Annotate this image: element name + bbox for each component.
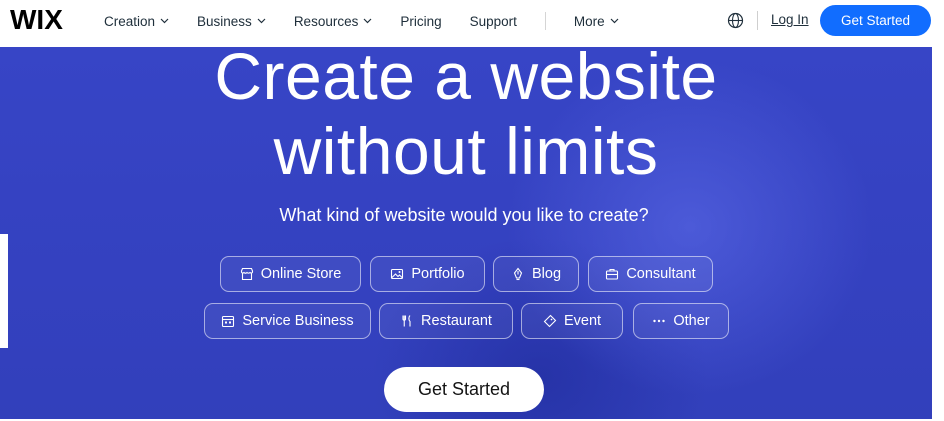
globe-icon[interactable] [727,12,744,29]
hero-subheading: What kind of website would you like to c… [279,205,649,225]
nav-item-label: Resources [293,13,359,29]
login-link[interactable]: Log In [771,12,809,27]
chip-label: Service Business [242,313,354,329]
chip-label: Restaurant [421,313,492,329]
calendar-icon [222,315,235,328]
nav-item-business[interactable]: Business [197,14,266,29]
category-blog[interactable]: Blog [493,256,579,292]
category-other[interactable]: Other [633,303,729,339]
hero-section: Create a website without limits What kin… [0,47,932,419]
get-started-hero-button[interactable]: Get Started [384,367,544,412]
chip-label: Event [563,313,602,329]
category-service-business[interactable]: Service Business [204,303,371,339]
nav-item-label: Pricing [400,13,442,29]
ticket-icon [543,314,557,328]
right-edge-strip [932,47,944,419]
chevron-down-icon [257,18,266,24]
more-dots-icon [653,319,666,323]
main-nav: Creation Business Resources Pricing Supp… [104,0,647,42]
chip-label: Consultant [626,266,696,282]
nav-item-label: Business [197,13,252,29]
category-online-store[interactable]: Online Store [220,256,361,292]
nav-item-label: More [573,13,605,29]
hero-headline-line1: Create a website [214,47,718,113]
chevron-down-icon [160,18,169,24]
category-consultant[interactable]: Consultant [588,256,713,292]
wix-logo[interactable]: WIX [10,4,63,36]
chip-label: Blog [531,266,562,282]
nav-divider [544,12,546,30]
get-started-header-button[interactable]: Get Started [820,5,931,36]
chip-label: Portfolio [411,266,465,282]
fork-knife-icon [402,315,411,327]
nav-item-support[interactable]: Support [470,14,517,29]
briefcase-icon [606,268,619,280]
chevron-down-icon [363,18,372,24]
image-icon [391,268,404,280]
chip-label: Online Store [260,266,342,282]
category-portfolio[interactable]: Portfolio [370,256,485,292]
nav-item-label: Support [469,13,517,29]
chip-label: Other [673,313,710,329]
category-restaurant[interactable]: Restaurant [379,303,513,339]
chevron-down-icon [610,18,619,24]
nav-item-more[interactable]: More [574,14,619,29]
nav-item-creation[interactable]: Creation [104,14,169,29]
nav-item-pricing[interactable]: Pricing [400,14,441,29]
nav-item-label: Creation [104,13,156,29]
header-separator [757,11,758,30]
nav-item-resources[interactable]: Resources [294,14,373,29]
pen-nib-icon [513,267,523,281]
wix-homepage: WIX Creation Business Resources Pricing … [0,0,944,421]
top-navbar: WIX Creation Business Resources Pricing … [0,0,944,42]
storefront-icon [240,267,253,281]
category-event[interactable]: Event [521,303,623,339]
hero-headline-line2: without limits [273,114,659,188]
left-edge-strip [0,234,8,348]
